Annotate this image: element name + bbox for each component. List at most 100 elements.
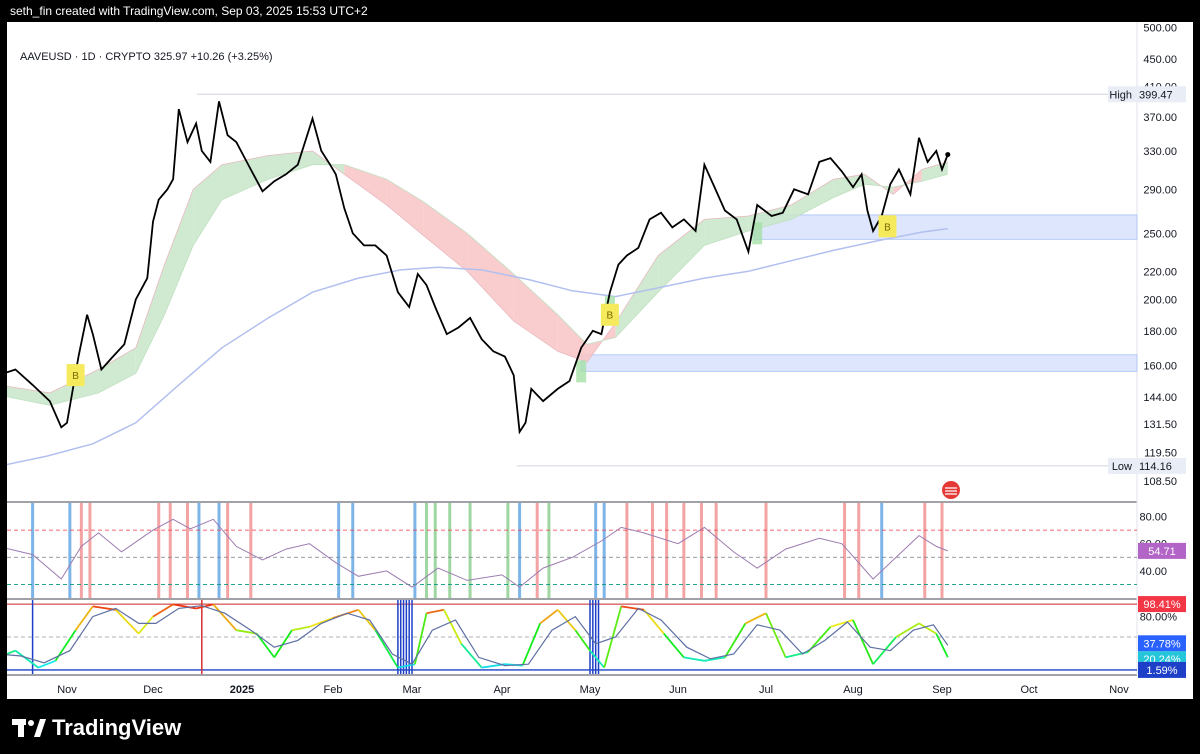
rsi-signal-bar	[682, 503, 686, 598]
buy-signal-label: B	[72, 371, 79, 382]
rsi-signal-bar	[226, 503, 230, 598]
rsi-signal-bar	[843, 503, 847, 598]
chart-caption: seth_fin created with TradingView.com, S…	[10, 4, 368, 18]
price-axis-tick: 119.50	[1144, 447, 1177, 459]
rsi-axis-tick: 80.00	[1139, 512, 1167, 524]
time-axis-tick: Nov	[1109, 684, 1129, 696]
rsi-signal-bar	[714, 503, 718, 598]
price-axis-tick: 131.50	[1143, 419, 1177, 431]
time-axis-tick: Oct	[1020, 684, 1037, 696]
ribbon-segment	[791, 179, 834, 220]
stoch-fast-segment	[74, 605, 94, 631]
price-axis-tick: 290.00	[1143, 184, 1177, 196]
brand-label: TradingView	[52, 715, 182, 740]
time-axis-tick: Nov	[57, 684, 77, 696]
rsi-signal-bar	[594, 503, 598, 598]
rsi-value-label: 54.71	[1148, 546, 1176, 558]
stoch-fast-segment	[557, 609, 577, 631]
ribbon-segment	[344, 164, 387, 206]
rsi-signal-bar	[857, 503, 861, 598]
stoch-slow-line	[7, 605, 949, 667]
tradingview-logo-icon	[12, 719, 46, 737]
price-axis-tick: 200.00	[1143, 295, 1177, 307]
buy-signal-label: B	[884, 222, 891, 233]
rsi-signal-bar	[625, 503, 629, 598]
price-axis-tick: 160.00	[1143, 361, 1177, 373]
ribbon-segment	[423, 201, 468, 272]
ribbon-segment	[164, 189, 194, 315]
rsi-signal-bar	[506, 503, 510, 598]
rsi-signal-bar	[168, 503, 172, 598]
chart-svg[interactable]: BBB500.00450.00410.00370.00330.00290.002…	[7, 22, 1193, 699]
rsi-signal-bar	[79, 503, 83, 598]
ribbon-segment	[658, 219, 705, 293]
time-axis-tick: Jul	[759, 684, 773, 696]
stoch-fast-segment	[357, 609, 377, 631]
time-axis-tick: Jun	[669, 684, 687, 696]
stoch-fast-segment	[291, 625, 310, 632]
tradingview-brand[interactable]: TradingView	[12, 715, 181, 741]
time-axis-tick: Apr	[493, 684, 510, 696]
rsi-signal-bar	[940, 503, 944, 598]
rsi-signal-bar	[157, 503, 161, 598]
stoch-fast-segment	[683, 656, 705, 662]
symbol-name: AAVEUSD · 1D · CRYPTO	[20, 51, 151, 63]
rsi-signal-bar	[197, 503, 201, 598]
rsi-signal-bar	[448, 503, 452, 598]
rsi-signal-bar	[31, 503, 35, 598]
ribbon-segment	[467, 233, 514, 322]
time-axis-tick: Mar	[403, 684, 422, 696]
time-axis: Nov Dec 2025 Feb Mar Apr May Jun Jul Aug Sep Oct Nov	[57, 684, 1129, 696]
stoch-fast-segment	[14, 649, 39, 669]
time-axis-tick: Feb	[324, 684, 343, 696]
stoch-fast-segment	[374, 629, 399, 669]
price-axis-tick: 370.00	[1143, 112, 1177, 124]
rsi-signal-bar	[650, 503, 654, 598]
stoch-fast-segment	[309, 617, 334, 628]
extreme-label-name: High	[1109, 89, 1132, 101]
stoch-fast-segment	[137, 616, 154, 635]
stoch-fast-segment	[745, 612, 767, 625]
bottom-bar: TradingView	[0, 699, 1200, 754]
buy-signal-label: B	[607, 311, 614, 322]
stoch-fast-segment	[443, 609, 463, 645]
stoch-fast-segment	[830, 619, 854, 628]
stoch-fast-segment	[765, 612, 787, 658]
ribbon-segment	[386, 179, 424, 236]
rsi-signal-bar	[665, 503, 669, 598]
ribbon-segment	[135, 264, 165, 374]
stoch-fast-segment	[273, 629, 293, 658]
rsi-signal-bar	[547, 503, 551, 598]
price-axis-tick: 250.00	[1143, 228, 1177, 240]
ribbon-segment	[557, 314, 588, 363]
time-axis-tick: 2025	[230, 684, 254, 696]
stoch-value-label: 37.78%	[1143, 638, 1181, 650]
stoch-pane: 80.00%98.41%37.78%20.24%1.59%	[7, 596, 1186, 678]
stoch-value-label: 1.59%	[1146, 665, 1177, 677]
rsi-signal-bar	[468, 503, 472, 598]
stoch-fast-segment	[426, 608, 445, 615]
stoch-fast-segment	[212, 603, 237, 631]
chart-frame: AAVEUSD · 1D · CRYPTO 325.97 +10.26 (+3.…	[7, 22, 1193, 699]
rsi-signal-bar	[88, 503, 92, 598]
extreme-label-value: 399.47	[1139, 89, 1173, 101]
stoch-value-label: 98.41%	[1143, 599, 1181, 611]
rsi-signal-bar	[337, 503, 341, 598]
price-axis-tick: 144.00	[1143, 392, 1177, 404]
symbol-legend: AAVEUSD · 1D · CRYPTO 325.97 +10.26 (+3.…	[18, 51, 275, 63]
rsi-axis-tick: 40.00	[1139, 566, 1167, 578]
event-flag-icon[interactable]	[942, 481, 960, 499]
ribbon-segment	[615, 255, 659, 338]
demand-zone	[753, 214, 1138, 240]
symbol-price: 325.97	[153, 51, 188, 63]
last-price-dot	[945, 152, 951, 158]
ribbon-segment	[704, 216, 749, 246]
price-axis-tick: 330.00	[1143, 146, 1177, 158]
price-pane: BBB500.00450.00410.00370.00330.00290.002…	[7, 23, 1186, 499]
rsi-signal-bar	[535, 503, 539, 598]
rsi-signal-bar	[764, 503, 768, 598]
time-axis-tick: Dec	[143, 684, 163, 696]
stoch-fast-segment	[460, 643, 483, 669]
rsi-signal-bar	[68, 503, 72, 598]
stoch-fast-segment	[852, 619, 874, 665]
